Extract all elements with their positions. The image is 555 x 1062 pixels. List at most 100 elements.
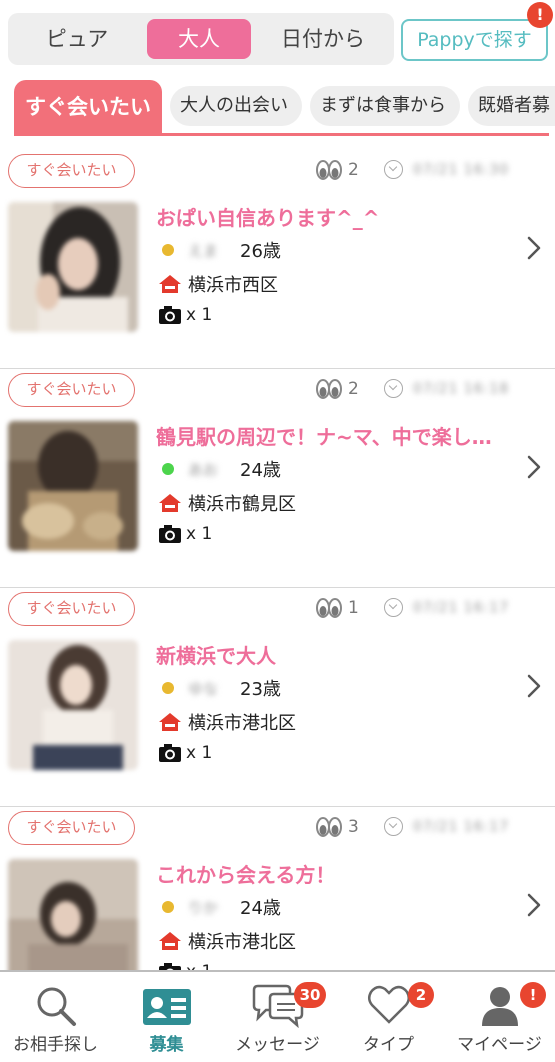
nickname-blurred: えま <box>188 241 219 260</box>
area-row: 横浜市港北区 <box>158 928 296 956</box>
tab-underline <box>14 133 549 136</box>
segment-by-date[interactable]: 日付から <box>260 19 386 59</box>
segment-adult[interactable]: 大人 <box>147 19 251 59</box>
post-category-tag: すぐ会いたい <box>8 592 135 626</box>
bottom-nav: お相手探し 募集 30 メッセージ 2 タイプ ! マイページ <box>0 970 555 1062</box>
nav-message[interactable]: 30 メッセージ <box>222 972 333 1062</box>
photo-count: x 1 <box>186 962 212 970</box>
photo-count-row: x 1 <box>158 962 212 970</box>
post-time-blurred: 07/21 16:30 <box>413 161 510 178</box>
online-status-dot <box>162 901 174 913</box>
photo-count: x 1 <box>186 743 213 763</box>
nickname-blurred: あお <box>188 460 219 479</box>
post-item[interactable]: すぐ会いたい 2 07/21 16:18 鶴見駅の周辺で！ナ~マ、中で楽し… あ… <box>0 369 555 588</box>
area-row: 横浜市港北区 <box>158 709 296 737</box>
post-item[interactable]: すぐ会いたい 1 07/21 16:17 新横浜で大人 ゆな 23歳 横浜市港北… <box>0 588 555 807</box>
chevron-right-icon[interactable] <box>524 672 544 700</box>
profile-photo[interactable] <box>8 421 138 551</box>
id-card-icon <box>142 989 191 1025</box>
chevron-right-icon[interactable] <box>524 234 544 262</box>
age-text: 23歳 <box>240 679 281 700</box>
profile-photo[interactable] <box>8 640 138 770</box>
nav-partner-search[interactable]: お相手探し <box>0 972 111 1062</box>
home-icon <box>159 494 181 512</box>
home-icon <box>159 275 181 293</box>
view-count-value: 2 <box>348 379 359 399</box>
nav-label: マイページ <box>457 1035 542 1055</box>
post-time: 07/21 16:17 <box>384 598 509 622</box>
clock-icon <box>384 598 403 617</box>
post-time: 07/21 16:17 <box>384 817 509 841</box>
view-count: 3 <box>316 817 359 841</box>
nav-mypage[interactable]: ! マイページ <box>444 972 555 1062</box>
clock-icon <box>384 160 403 179</box>
eyes-icon <box>316 598 342 618</box>
post-time: 07/21 16:30 <box>384 160 509 184</box>
area-row: 横浜市西区 <box>158 271 278 299</box>
nickname-blurred: ゆな <box>188 679 219 698</box>
photo-count-row: x 1 <box>158 743 212 771</box>
area-text: 横浜市西区 <box>188 275 278 296</box>
post-list: すぐ会いたい 2 07/21 16:30 おぱい自信あります^_^ えま 26歳… <box>0 150 555 970</box>
area-text: 横浜市港北区 <box>188 713 296 734</box>
view-count-value: 2 <box>348 160 359 180</box>
age-text: 26歳 <box>240 241 281 262</box>
top-bar: ピュア 大人 日付から Pappyで探す ! <box>0 0 555 76</box>
clock-icon <box>384 817 403 836</box>
post-category-tag: すぐ会いたい <box>8 373 135 407</box>
camera-icon <box>159 744 181 762</box>
clock-icon <box>384 379 403 398</box>
view-count: 1 <box>316 598 359 622</box>
tab-sugu-aitai[interactable]: すぐ会いたい <box>14 80 162 136</box>
profile-photo[interactable] <box>8 202 138 332</box>
view-count-value: 1 <box>348 598 359 618</box>
area-row: 横浜市鶴見区 <box>158 490 296 518</box>
post-item[interactable]: すぐ会いたい 2 07/21 16:30 おぱい自信あります^_^ えま 26歳… <box>0 150 555 369</box>
pappy-search-button[interactable]: Pappyで探す <box>401 19 548 61</box>
eyes-icon <box>316 160 342 180</box>
photo-count: x 1 <box>186 524 213 544</box>
post-title[interactable]: おぱい自信あります^_^ <box>156 202 516 232</box>
category-tabs: すぐ会いたい 大人の出会い まずは食事から 既婚者募 <box>0 80 555 136</box>
view-count-value: 3 <box>348 817 359 837</box>
person-icon <box>481 987 518 1026</box>
post-title[interactable]: 新横浜で大人 <box>156 640 516 670</box>
age-row: りか 24歳 <box>162 894 281 922</box>
segment-pure[interactable]: ピュア <box>16 19 138 59</box>
type-count-badge: 2 <box>408 982 434 1008</box>
heart-icon <box>367 985 410 1024</box>
nickname-blurred: りか <box>188 898 219 917</box>
age-row: ゆな 23歳 <box>162 675 281 703</box>
post-item[interactable]: すぐ会いたい 3 07/21 16:17 これから会える方！ りか 24歳 横浜… <box>0 807 555 970</box>
mypage-alert-badge: ! <box>520 982 546 1008</box>
mode-segmented-control: ピュア 大人 日付から <box>8 13 394 65</box>
chevron-right-icon[interactable] <box>524 891 544 919</box>
nav-type[interactable]: 2 タイプ <box>333 972 444 1062</box>
online-status-dot <box>162 463 174 475</box>
message-count-badge: 30 <box>294 982 326 1008</box>
online-status-dot <box>162 682 174 694</box>
nav-recruit[interactable]: 募集 <box>111 972 222 1062</box>
view-count: 2 <box>316 379 359 403</box>
chevron-right-icon[interactable] <box>524 453 544 481</box>
profile-photo[interactable] <box>8 859 138 970</box>
photo-count-row: x 1 <box>158 524 212 552</box>
tab-kikonsha[interactable]: 既婚者募 <box>468 86 555 126</box>
age-row: あお 24歳 <box>162 456 281 484</box>
nav-label: 募集 <box>149 1035 184 1055</box>
post-time-blurred: 07/21 16:18 <box>413 380 510 397</box>
app-screen: ピュア 大人 日付から Pappyで探す ! すぐ会いたい 大人の出会い まずは… <box>0 0 555 1062</box>
nav-label: メッセージ <box>235 1035 320 1055</box>
age-row: えま 26歳 <box>162 237 281 265</box>
photo-count: x 1 <box>186 305 213 325</box>
view-count: 2 <box>316 160 359 184</box>
tab-mazu-wa-shokuji[interactable]: まずは食事から <box>310 86 460 126</box>
post-title[interactable]: 鶴見駅の周辺で！ナ~マ、中で楽し… <box>156 421 516 451</box>
post-title[interactable]: これから会える方！ <box>156 859 516 889</box>
tab-otona-no-deai[interactable]: 大人の出会い <box>170 86 302 126</box>
home-icon <box>159 932 181 950</box>
post-time-blurred: 07/21 16:17 <box>413 599 510 616</box>
area-text: 横浜市鶴見区 <box>188 494 296 515</box>
photo-count-row: x 1 <box>158 305 212 333</box>
post-time: 07/21 16:18 <box>384 379 509 403</box>
